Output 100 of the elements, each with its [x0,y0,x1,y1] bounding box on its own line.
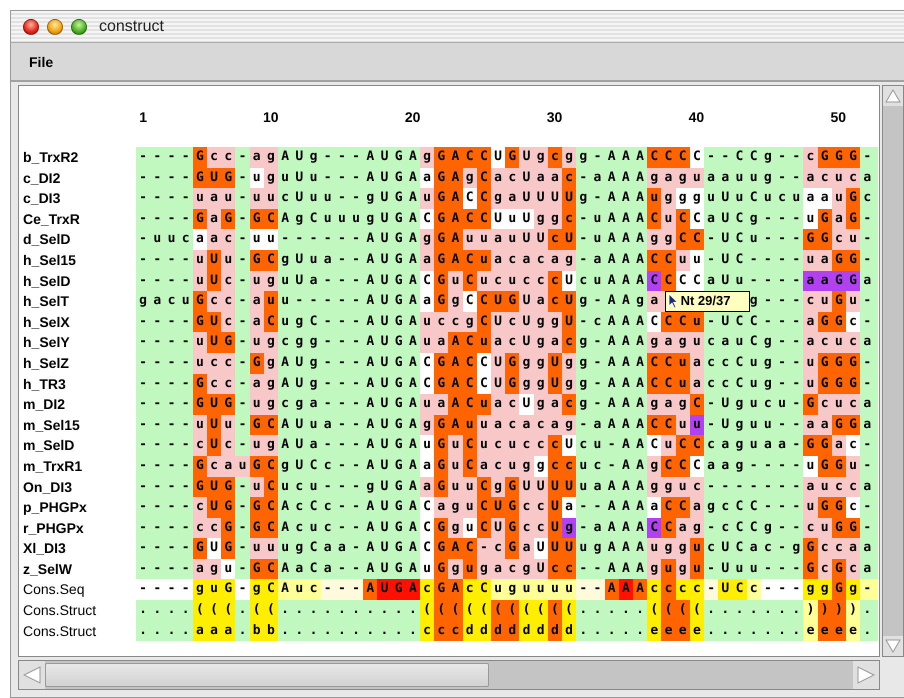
row-label: m_SelD [22,436,76,456]
sequence-segment: cu [803,291,835,312]
sequence-segment: a [860,558,878,580]
structure-segment: . [860,620,878,642]
column-number: 50 [830,109,846,125]
sequence-segment: uuauUU [462,229,551,250]
sequence-segment: ---- [136,250,196,271]
horizontal-scrollbar[interactable] [18,660,880,690]
left-arrow-icon[interactable] [23,666,41,684]
sequence-segment: cc [519,497,551,518]
right-arrow-icon[interactable] [857,666,875,684]
sequence-segment: - [860,456,878,476]
sequence-segment: ---- [136,312,196,332]
sequence-segment: - [860,312,878,332]
row-label: h_TR3 [22,374,67,394]
sequence-segment: ---- [136,518,196,538]
sequence-segment: ---- [136,188,196,209]
column-number: 1 [139,109,147,125]
column-number: 20 [404,109,420,125]
row-label: d_SelD [22,230,72,250]
sequence-segment: - [860,291,878,312]
sequence-segment: ---- [136,456,196,476]
consensus-segment: Auc [278,579,324,600]
row-label: h_SelX [22,312,71,332]
sequence-segment: - [860,229,878,250]
close-button[interactable] [23,18,39,34]
sequence-segment: - [860,518,878,538]
row-label: Cons.Struct [22,601,98,620]
consensus-segment: GA [434,579,466,600]
sequence-segment: ---- [136,374,196,394]
row-label: z_SelW [22,560,74,579]
sequence-segment: GG [803,435,835,456]
menu-item[interactable]: File [29,54,54,70]
sequence-segment: a [860,394,878,415]
sequence-segment: a [860,476,878,498]
sequence-segment: ucucc [476,435,551,456]
sequence-segment: ---- [136,538,196,559]
row-label: Cons.Seq [22,580,86,600]
sequence-segment: ---- [136,435,196,456]
sequence-segment: agu [434,497,480,518]
row-label: Ce_TrxR [22,210,81,229]
down-arrow-icon[interactable] [885,639,901,653]
sequence-segment: ---- [136,558,196,580]
row-label: Cons.Struct [22,622,98,641]
structure-segment: .... [136,600,196,621]
sequence-segment: - [860,435,878,456]
sequence-segment: ---- [136,147,196,168]
sequence-segment: gacgU [476,558,551,580]
column-number: 30 [546,109,562,125]
zoom-button[interactable] [71,18,87,34]
structure-segment: (( [519,600,551,621]
structure-segment: (( [661,600,693,621]
window-title: construct [99,18,164,36]
sequence-segment: ---- [136,414,196,436]
up-arrow-icon[interactable] [885,89,901,103]
sequence-segment: -uuc [136,229,196,250]
sequence-segment: ucucc [476,270,551,292]
sequence-segment: ---- [136,497,196,518]
row-label: r_PHGPx [22,518,85,538]
row-label: p_PHGPx [22,498,88,518]
row-label: On_DI3 [22,478,74,496]
sequence-segment: Ua [519,291,551,312]
sequence-segment: GA [434,229,466,250]
sequence-segment: a [647,291,665,312]
sequence-segment: ---- [136,476,196,498]
row-label: h_SelY [22,333,71,352]
sequence-segment: a [860,538,878,559]
row-label: m_Sel15 [22,416,81,435]
sequence-segment: a [860,332,878,353]
sequence-segment: - [860,147,878,168]
sequence-segment: a [860,270,878,292]
row-label: h_Sel15 [22,250,77,270]
consensus-segment: UC [718,579,750,600]
sequence-segment: acug [476,456,537,476]
consensus-segment: - [860,579,878,600]
sequence-segment: a [860,414,878,436]
sequence-segment: c [860,188,878,209]
sequence-segment: ---- [136,208,196,230]
sequence-segment: gag [647,394,693,415]
sequence-segment: - [860,352,878,374]
sequence-segment: - [860,250,878,271]
sequence-segment: - [860,497,878,518]
sequence-segment: gg [647,229,679,250]
consensus-segment: gg [803,579,835,600]
pointer-icon [668,293,679,310]
row-label: m_TrxR1 [22,456,84,476]
row-label: b_TrxR2 [22,148,80,167]
structure-segment: . [860,600,878,621]
minimize-button[interactable] [47,18,63,34]
vertical-scrollbar[interactable] [882,85,904,657]
sequence-segment: GA [434,188,466,209]
sequence-segment: CCC [647,147,693,168]
tooltip: Nt 29/37 [664,291,750,312]
row-label: m_DI2 [22,395,66,414]
row-label: h_SelZ [22,354,70,373]
sequence-segment: ---- [136,332,196,353]
sequence-segment: a [860,168,878,188]
row-label: h_SelD [22,272,72,291]
scroll-thumb[interactable] [45,663,489,687]
sequence-segment: - [860,208,878,230]
